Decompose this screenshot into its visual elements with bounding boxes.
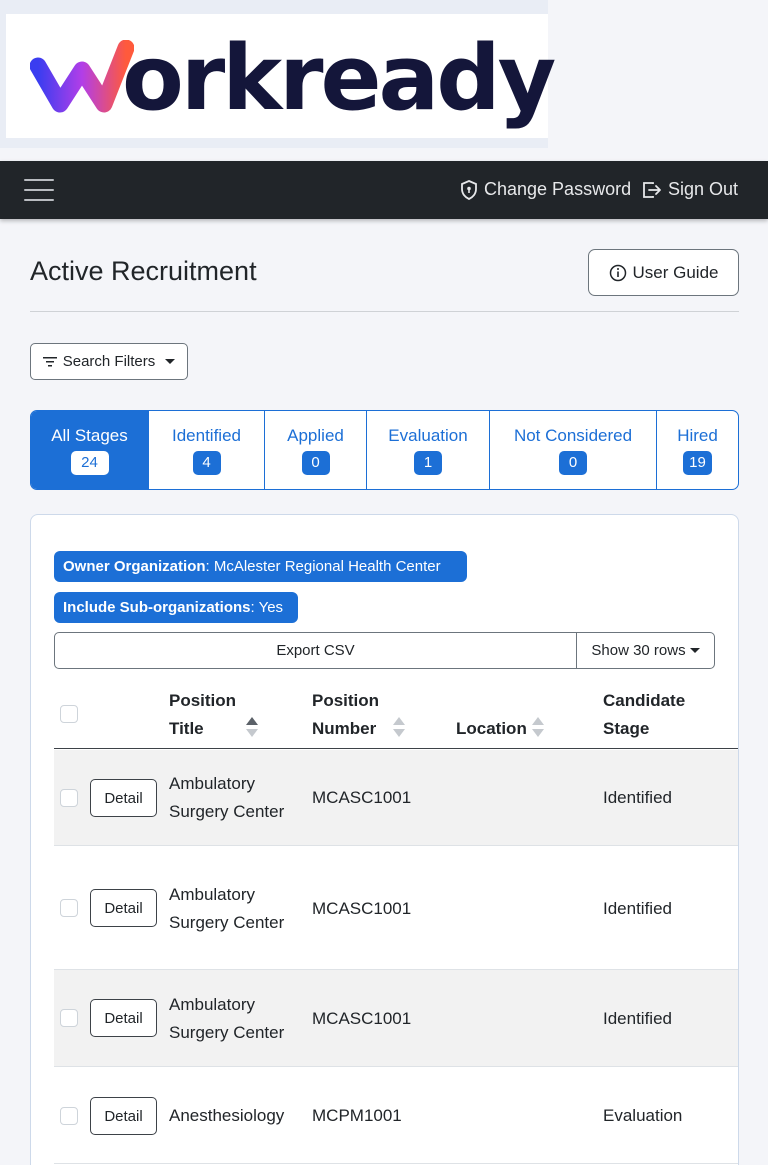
export-csv-button[interactable]: Export CSV: [55, 633, 577, 668]
tab-count-badge: 0: [559, 450, 587, 475]
detail-button[interactable]: Detail: [90, 1097, 157, 1135]
tab-identified[interactable]: Identified 4: [149, 411, 265, 489]
include-sub-organizations-filter-badge: Include Sub-organizations : Yes: [54, 592, 298, 623]
header-line: Position: [312, 691, 380, 710]
location-header[interactable]: Location: [456, 715, 527, 743]
position-number-cell: MCASC1001: [312, 788, 412, 807]
position-number-cell: MCASC1001: [312, 899, 412, 918]
search-filters-label: Search Filters: [62, 353, 156, 370]
tab-count-badge: 19: [683, 450, 712, 475]
table-row: Detail Ambulatory Surgery Center MCASC10…: [54, 750, 738, 846]
logo-card: orkready: [6, 14, 556, 138]
header-line: Title: [169, 719, 204, 738]
include-sub-organizations-label: Include Sub-organizations: [63, 599, 251, 616]
position-title-cell: Ambulatory Surgery Center: [169, 770, 284, 826]
position-title-cell: Anesthesiology: [169, 1102, 284, 1130]
cell-line: Ambulatory: [169, 885, 255, 904]
tab-label: Not Considered: [513, 425, 633, 445]
hamburger-menu-icon[interactable]: [24, 177, 54, 203]
owner-organization-value: : McAlester Regional Health Center: [205, 558, 441, 575]
header-line: Stage: [603, 719, 650, 738]
stage-tabs: All Stages 24 Identified 4 Applied 0 Eva…: [30, 410, 739, 490]
position-number-cell: MCASC1001: [312, 1009, 412, 1028]
tab-count-badge: 4: [192, 450, 221, 475]
table-row: Detail Ambulatory Surgery Center MCASC10…: [54, 846, 738, 970]
table-toolbar: Export CSV Show 30 rows: [54, 632, 715, 669]
filter-icon: [42, 356, 57, 366]
select-all-checkbox[interactable]: [60, 705, 78, 723]
tab-count-badge: 1: [414, 450, 442, 475]
header-line: Position: [169, 691, 237, 710]
sort-icon[interactable]: [393, 717, 405, 739]
caret-down-icon: [689, 648, 700, 653]
cell-line: Surgery Center: [169, 1023, 285, 1042]
sign-out-label: Sign Out: [668, 179, 739, 199]
info-icon: [609, 264, 626, 281]
sign-out-link[interactable]: Sign Out: [642, 179, 738, 200]
tab-hired[interactable]: Hired 19: [657, 411, 738, 489]
position-title-header[interactable]: Position Title: [169, 687, 236, 743]
user-guide-label: User Guide: [632, 262, 719, 282]
change-password-link[interactable]: Change Password: [460, 179, 631, 200]
tab-evaluation[interactable]: Evaluation 1: [367, 411, 490, 489]
candidate-stage-cell: Identified: [603, 788, 672, 807]
page-title: Active Recruitment: [30, 256, 257, 286]
table-row: Detail Anesthesiology MCPM1001 Evaluatio…: [54, 1067, 738, 1164]
cell-line: Surgery Center: [169, 802, 285, 821]
user-guide-button[interactable]: User Guide: [588, 249, 739, 296]
detail-button[interactable]: Detail: [90, 999, 157, 1037]
row-checkbox[interactable]: [60, 1107, 78, 1125]
cell-line: Ambulatory: [169, 995, 255, 1014]
row-checkbox[interactable]: [60, 899, 78, 917]
candidate-stage-cell: Evaluation: [603, 1106, 683, 1125]
header-line: Number: [312, 719, 377, 738]
row-checkbox[interactable]: [60, 1009, 78, 1027]
row-checkbox[interactable]: [60, 789, 78, 807]
tab-count-badge: 0: [301, 450, 330, 475]
position-title-cell: Ambulatory Surgery Center: [169, 881, 284, 937]
owner-organization-filter-badge: Owner Organization : McAlester Regional …: [54, 551, 467, 582]
header-line: Candidate: [603, 691, 686, 710]
tab-label: Applied: [287, 425, 344, 445]
tab-count-badge: 24: [70, 450, 109, 475]
cell-line: Surgery Center: [169, 913, 285, 932]
tab-not-considered[interactable]: Not Considered 0: [490, 411, 657, 489]
tab-all-stages[interactable]: All Stages 24: [31, 411, 149, 489]
include-sub-organizations-value: : Yes: [250, 599, 284, 616]
sign-out-icon: [643, 181, 661, 198]
caret-down-icon: [165, 359, 176, 364]
show-rows-dropdown[interactable]: Show 30 rows: [577, 633, 714, 668]
candidate-stage-cell: Identified: [603, 899, 672, 918]
table-row: Detail Ambulatory Surgery Center MCASC10…: [54, 970, 738, 1067]
detail-button[interactable]: Detail: [90, 889, 157, 927]
detail-button[interactable]: Detail: [90, 779, 157, 817]
search-filters-button[interactable]: Search Filters: [30, 343, 188, 380]
cell-line: Ambulatory: [169, 774, 255, 793]
position-title-cell: Ambulatory Surgery Center: [169, 991, 284, 1047]
candidate-stage-header[interactable]: Candidate Stage: [603, 687, 685, 743]
position-number-cell: MCPM1001: [312, 1106, 402, 1125]
brand-name: orkready: [122, 26, 556, 131]
top-navbar: Change Password Sign Out: [0, 161, 768, 219]
show-rows-label: Show 30 rows: [591, 642, 686, 659]
sort-icon[interactable]: [532, 717, 544, 739]
sort-ascending-icon[interactable]: [246, 717, 258, 739]
tab-label: Identified: [172, 425, 241, 445]
change-password-label: Change Password: [484, 179, 632, 199]
table-header: Position Title Position Number Location …: [54, 682, 738, 749]
shield-icon: [461, 179, 477, 200]
tab-label: All Stages: [51, 425, 128, 445]
cell-line: Anesthesiology: [169, 1106, 285, 1125]
owner-organization-label: Owner Organization: [63, 558, 206, 575]
position-number-header[interactable]: Position Number: [312, 687, 379, 743]
title-divider: [30, 311, 739, 312]
tab-label: Evaluation: [388, 425, 468, 445]
candidate-stage-cell: Identified: [603, 1009, 672, 1028]
tab-label: Hired: [677, 425, 718, 445]
logo-band: orkready: [0, 0, 556, 148]
workready-w-logo-icon: [30, 40, 134, 113]
tab-applied[interactable]: Applied 0: [265, 411, 367, 489]
